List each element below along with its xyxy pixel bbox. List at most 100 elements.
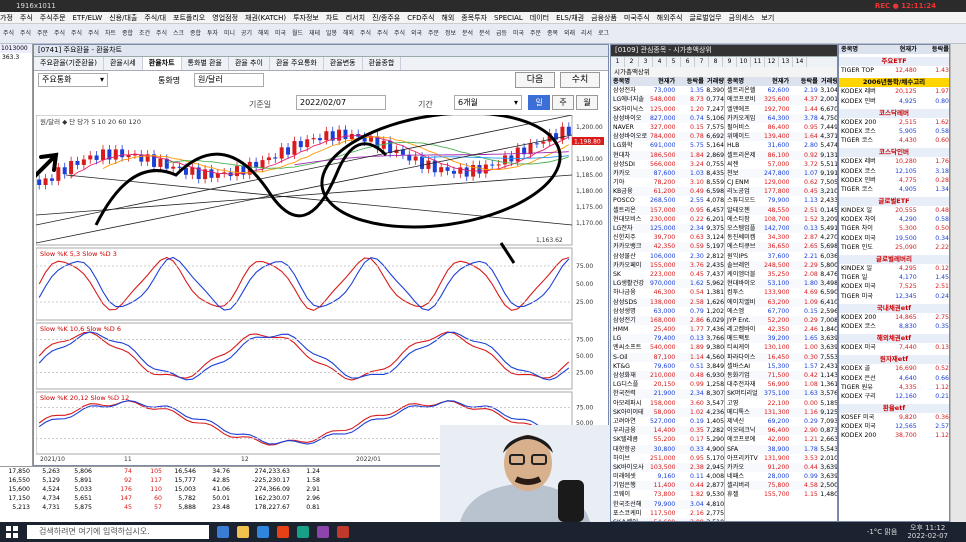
menu-item[interactable]: 투자정보 <box>293 14 319 22</box>
toolbar-button[interactable]: 미국 <box>510 30 527 37</box>
watchlist-row[interactable]: SK아이이테 58,000 1.02 4,236 <box>611 407 724 417</box>
chart-tab[interactable]: 환율 주요통화 <box>270 57 324 70</box>
watchlist-row[interactable]: 에스티팜 108,700 1.52 3,209 <box>725 215 837 224</box>
toolbar-button[interactable]: 종목 <box>544 30 561 37</box>
etf-row[interactable]: KODEX 코스 12,105 3.18 <box>839 167 949 176</box>
menu-item[interactable]: 해외주식 <box>657 14 683 22</box>
watchlist-row[interactable]: 삼성화재 210,000 0.48 6,930 <box>611 371 724 381</box>
watchlist-row[interactable]: 에이치엘비 63,200 1.09 6,410 <box>725 297 837 307</box>
menu-item[interactable]: 글로벌업무 <box>689 14 721 22</box>
etf-row[interactable]: KOSEF 미국 9,820 0.36 <box>839 413 949 422</box>
toolbar-button[interactable]: 조건 <box>136 30 153 37</box>
watchlist-row[interactable]: SK 223,000 0.45 7,437 <box>611 270 724 279</box>
etf-row[interactable]: TIGER 원유 4,335 1.12 <box>839 383 949 392</box>
chart-tab[interactable]: 환율 추이 <box>229 57 270 70</box>
etf-row[interactable]: KODEX 200 2,515 1.62 <box>839 118 949 127</box>
toolbar-button[interactable]: 차트 <box>102 30 119 37</box>
watchlist-tab[interactable]: 2 <box>625 57 639 67</box>
watchlist-row[interactable]: 삼성전기 168,000 2.86 6,029 <box>611 315 724 326</box>
watchlist-tab[interactable]: 9 <box>723 57 737 67</box>
watchlist-tab[interactable]: 11 <box>751 57 765 67</box>
toolbar-button[interactable]: 미국 <box>272 30 289 37</box>
watchlist-row[interactable]: 셀트리온제 86,100 0.92 9,131 <box>725 150 837 160</box>
watchlist-row[interactable]: 솔브레인 248,500 2.29 5,800 <box>725 260 837 270</box>
watchlist-tab[interactable]: 1 <box>611 57 625 67</box>
menu-item[interactable]: 금융상품 <box>591 14 617 22</box>
app-icon[interactable] <box>277 526 289 538</box>
watchlist-row[interactable]: 코웨이 73,800 1.82 9,530 <box>611 490 724 499</box>
watchlist-row[interactable]: 아모레퍼시 158,000 3.60 3,547 <box>611 399 724 408</box>
watchlist-row[interactable]: 카카오페이 155,000 3.76 2,435 <box>611 260 724 270</box>
toolbar-button[interactable]: 분석 <box>459 30 476 37</box>
toolbar-button[interactable]: 주식 <box>85 30 102 37</box>
etf-row[interactable]: TIGER 미국 12,345 0.24 <box>839 292 949 301</box>
app-icon-4[interactable] <box>337 526 349 538</box>
toolbar-button[interactable]: 주문 <box>527 30 544 37</box>
watchlist-row[interactable]: 엔씨소프트 540,000 1.89 9,380 <box>611 343 724 352</box>
etf-row[interactable]: TIGER 차이 5,300 0.50 <box>839 224 949 233</box>
watchlist-row[interactable]: 엘앤에프 192,700 1.44 6,670 <box>725 105 837 114</box>
toolbar-button[interactable]: 로그 <box>595 30 612 37</box>
watchlist-row[interactable]: 셀트리온 157,000 0.95 6,457 <box>611 205 724 215</box>
menu-item[interactable]: 데이터 <box>530 14 549 22</box>
left-code[interactable]: 1013000 <box>0 44 32 53</box>
watchlist-row[interactable]: 기아 78,200 3.10 8,559 <box>611 178 724 187</box>
watchlist-row[interactable]: 씨젠 57,000 3.72 5,511 <box>725 160 837 169</box>
watchlist-row[interactable]: 하이브 251,000 0.95 5,170 <box>611 454 724 463</box>
menu-item[interactable]: CFD주식 <box>407 14 434 22</box>
watchlist-row[interactable]: 위메이드 139,400 1.64 4,371 <box>725 132 837 142</box>
chart-tab[interactable]: 환율시세 <box>104 57 143 70</box>
etf-row[interactable]: KODEX 인버 4,775 0.28 <box>839 176 949 185</box>
toolbar-button[interactable]: 공기 <box>238 30 255 37</box>
watchlist-row[interactable]: 에코프로비 325,600 4.37 2,001 <box>725 95 837 105</box>
etf-row[interactable]: KODEX 레버 20,125 1.97 <box>839 87 949 96</box>
watchlist-row[interactable]: 리노공업 177,800 0.45 3,210 <box>725 187 837 197</box>
etf-row[interactable]: KODEX 미국 7,440 0.13 <box>839 343 949 352</box>
watchlist-row[interactable]: 동화기업 71,500 0.42 1,143 <box>725 371 837 381</box>
menu-item[interactable]: ETF/ELW <box>73 14 103 22</box>
toolbar-button[interactable]: 주식 <box>17 30 34 37</box>
etf-row[interactable]: KODEX 200 38,700 1.12 <box>839 431 949 440</box>
etf-row[interactable]: KODEX 차이 4,290 0.58 <box>839 215 949 224</box>
clock[interactable]: 오후 11:12 2022-02-07 <box>907 524 948 540</box>
watchlist-row[interactable]: HMM 25,400 1.77 7,436 <box>611 325 724 334</box>
watchlist-tab[interactable]: 8 <box>709 57 723 67</box>
watchlist-row[interactable]: 신한지주 39,700 0.63 3,124 <box>611 233 724 242</box>
watchlist-row[interactable]: KB금융 61,200 0.49 6,598 <box>611 187 724 197</box>
watchlist-row[interactable]: 레고켐바이 42,350 2.46 1,840 <box>725 325 837 334</box>
watchlist-row[interactable]: 삼성물산 106,000 2.30 2,812 <box>611 252 724 261</box>
period-day-button[interactable]: 일 <box>528 95 550 110</box>
watchlist-row[interactable]: 현대바이오 53,100 1.80 3,498 <box>725 279 837 289</box>
watchlist-category[interactable]: 시가총액상위 <box>611 67 837 77</box>
etf-row[interactable]: KODEX 은선 4,640 0.66 <box>839 374 949 383</box>
toolbar-button[interactable]: 종합 <box>187 30 204 37</box>
watchlist-tab[interactable]: 14 <box>793 57 807 67</box>
toolbar-button[interactable]: 외래 <box>561 30 578 37</box>
watchlist-row[interactable]: 대한항공 30,800 0.33 4,900 <box>611 444 724 454</box>
price-chart[interactable]: 원/달러 ◆ 단 당가 5 10 20 60 1201,200.001,195.… <box>36 115 606 463</box>
currency-select[interactable]: 주요통화 ▾ <box>38 73 108 87</box>
watchlist-row[interactable]: 에스티큐브 36,650 2.65 5,698 <box>725 242 837 252</box>
toolbar-button[interactable]: 월드 <box>289 30 306 37</box>
toolbar-button[interactable]: 주문 <box>425 30 442 37</box>
period-select[interactable]: 6개월 ▾ <box>454 95 522 110</box>
watchlist-row[interactable]: 현대차 186,500 1.84 2,869 <box>611 150 724 160</box>
menu-item[interactable]: 종목투자 <box>461 14 487 22</box>
watchlist-row[interactable]: HLB 31,600 2.80 5,474 <box>725 141 837 150</box>
menu-item[interactable]: 주식주문 <box>40 14 66 22</box>
watchlist-row[interactable]: 하나금융 46,300 0.54 1,381 <box>611 288 724 297</box>
store-icon[interactable] <box>257 526 269 538</box>
right-scrollbar[interactable] <box>950 44 966 522</box>
watchlist-row[interactable]: POSCO 268,500 2.55 4,078 <box>611 196 724 205</box>
menu-item[interactable]: 주식 <box>20 14 33 22</box>
etf-row[interactable]: KODEX 미국 7,525 2.51 <box>839 282 949 291</box>
watchlist-tab[interactable]: 3 <box>639 57 653 67</box>
date-input[interactable]: 2022/02/07 <box>296 95 386 110</box>
etf-row[interactable]: KODEX 인버 4,925 0.80 <box>839 97 949 106</box>
watchlist-row[interactable]: 아프리카TV 131,900 3.53 2,010 <box>725 454 837 463</box>
watchlist-row[interactable]: 셀리버리 75,800 4.58 2,500 <box>725 481 837 491</box>
menu-item[interactable]: 포트폴리오 <box>173 14 205 22</box>
toolbar-button[interactable]: 주식 <box>51 30 68 37</box>
watchlist-row[interactable]: 메디톡스 131,300 1.16 9,125 <box>725 407 837 417</box>
toolbar-button[interactable]: 외국 <box>408 30 425 37</box>
